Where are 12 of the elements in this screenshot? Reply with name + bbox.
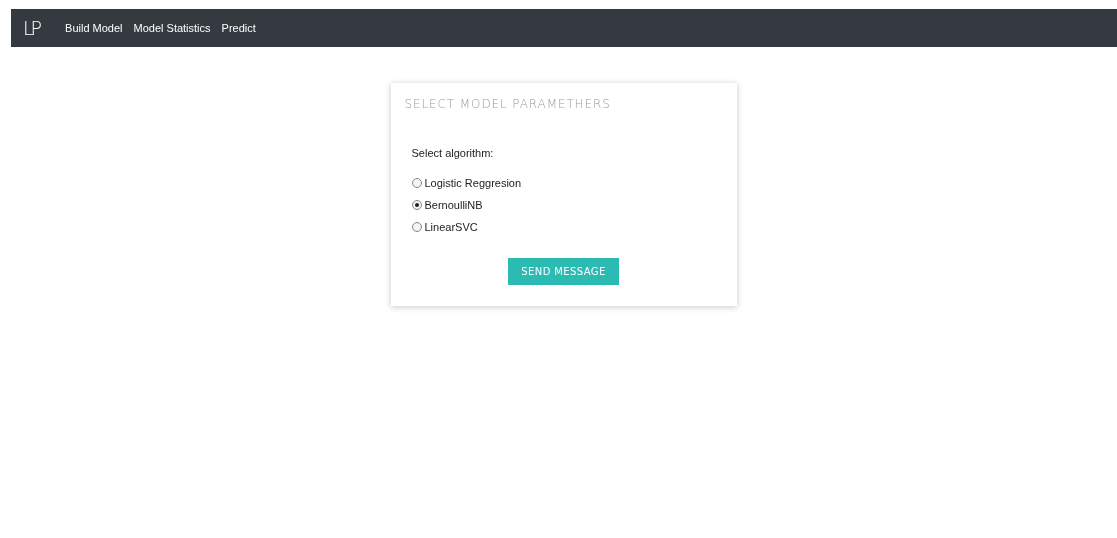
nav-link[interactable]: Predict bbox=[221, 22, 256, 34]
nav-link[interactable]: Build Model bbox=[65, 22, 123, 34]
radio-button[interactable] bbox=[411, 200, 422, 210]
brand-logo[interactable]: LP bbox=[23, 17, 40, 39]
field-label: Select algorithm: bbox=[411, 147, 495, 159]
radio-button[interactable] bbox=[411, 178, 422, 188]
radio-label[interactable]: LinearSVC bbox=[424, 221, 478, 233]
card-title: SELECT MODEL PARAMETHERS bbox=[404, 97, 612, 111]
radio-label[interactable]: Logistic Reggresion bbox=[424, 177, 522, 189]
radio-label[interactable]: BernoulliNB bbox=[424, 199, 483, 211]
radio-button[interactable] bbox=[411, 222, 422, 232]
nav-link[interactable]: Model Statistics bbox=[133, 22, 211, 34]
